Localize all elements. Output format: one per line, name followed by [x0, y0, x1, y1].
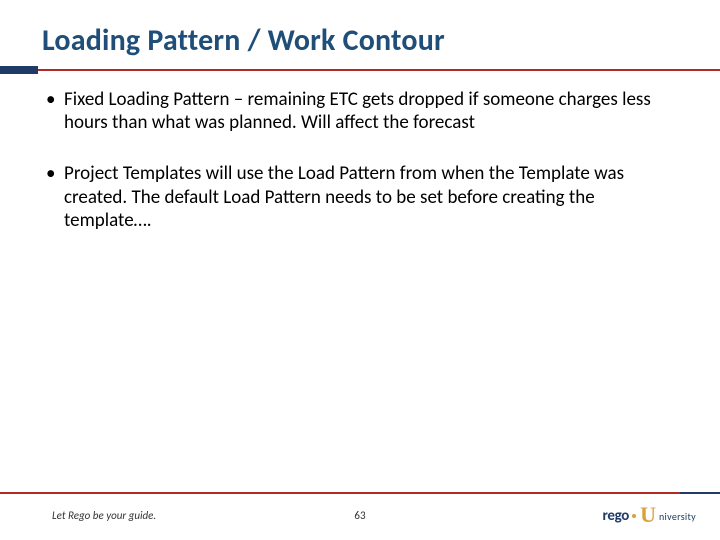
rule-navy-segment [0, 66, 38, 74]
bullet-dot-icon: • [46, 88, 64, 134]
title-underline [0, 66, 720, 85]
logo-dot-icon [632, 514, 636, 518]
footer-tagline: Let Rego be your guide. [52, 509, 156, 522]
logo-u-text: U [640, 502, 656, 528]
page-number: 63 [354, 509, 365, 522]
rego-university-logo: rego University [603, 500, 696, 526]
bullet-dot-icon: • [46, 162, 64, 232]
logo-rego-text: rego [603, 507, 630, 525]
bullet-text: Project Templates will use the Load Patt… [64, 162, 670, 232]
slide-title: Loading Pattern / Work Contour [42, 22, 690, 59]
bullet-item: • Project Templates will use the Load Pa… [46, 162, 670, 232]
footer-divider [0, 492, 720, 494]
bullet-text: Fixed Loading Pattern – remaining ETC ge… [64, 88, 670, 134]
footer: Let Rego be your guide. 63 rego Universit… [0, 500, 720, 526]
content-area: • Fixed Loading Pattern – remaining ETC … [46, 88, 670, 260]
rule-red-segment [38, 69, 720, 71]
bullet-item: • Fixed Loading Pattern – remaining ETC … [46, 88, 670, 134]
logo-niversity-text: niversity [659, 510, 696, 523]
slide: Loading Pattern / Work Contour • Fixed L… [0, 0, 720, 540]
